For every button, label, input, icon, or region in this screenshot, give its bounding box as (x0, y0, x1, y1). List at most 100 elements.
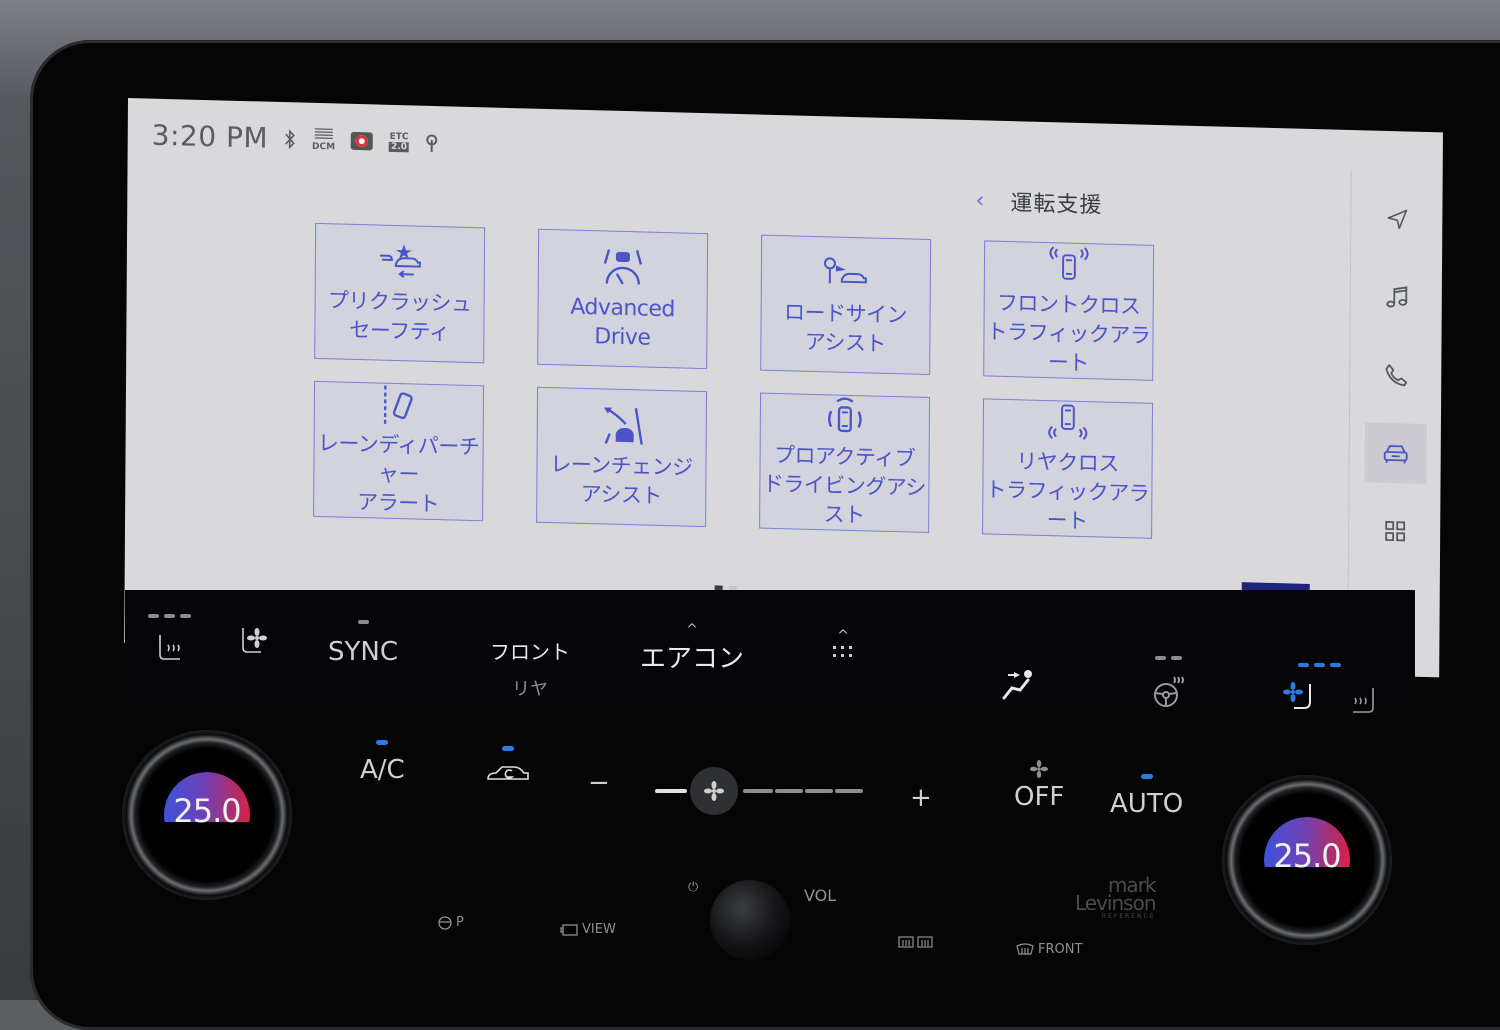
tile-road-sign-assist[interactable]: ロードサイン アシスト (760, 235, 931, 375)
view-button[interactable]: VIEW (560, 922, 616, 937)
fan-level-segment (805, 789, 833, 793)
camera-p-button[interactable]: P (438, 915, 464, 930)
advanced-drive-icon (597, 245, 649, 290)
page-title: 運転支援 (1010, 185, 1102, 219)
front-rear-toggle[interactable]: フロント リヤ (490, 636, 570, 701)
sync-button[interactable]: SYNC (328, 620, 398, 667)
etc-label-top: ETC (390, 131, 409, 141)
driver-temperature-dial[interactable]: 25.0 (122, 730, 292, 900)
tile-label: リヤクロス トラフィックアラート (983, 446, 1152, 537)
dashcam-icon (351, 131, 373, 150)
fan-speed-down-button[interactable]: − (588, 768, 610, 798)
front-cross-traffic-icon (1043, 243, 1095, 287)
steering-heat-level-indicator (1155, 656, 1182, 661)
ac-label: A/C (360, 755, 405, 785)
front-defrost-icon (1016, 943, 1034, 957)
volume-knob[interactable] (710, 880, 790, 960)
plus-label: + (910, 783, 932, 813)
clock: 3:20 PM (152, 119, 269, 155)
driving-assist-grid: プリクラッシュ セーフティ Advanced Drive ロードサイン アシスト… (313, 223, 1154, 539)
sync-indicator (358, 620, 369, 625)
dcm-icon: DCM (312, 127, 335, 153)
tile-rear-cross-traffic-alert[interactable]: リヤクロス トラフィックアラート (982, 398, 1153, 538)
auto-label: AUTO (1110, 789, 1183, 819)
tile-pre-collision-safety[interactable]: プリクラッシュ セーフティ (314, 223, 485, 363)
more-menu-button[interactable]: ^ (832, 628, 854, 664)
recirculation-indicator (502, 746, 514, 751)
fan-icon (1030, 760, 1048, 778)
seat-heat-level-indicator (148, 614, 191, 619)
fan-level-segment (835, 789, 863, 793)
lane-departure-icon (373, 383, 425, 427)
power-icon[interactable]: ⏻ (688, 880, 698, 895)
sync-label: SYNC (328, 637, 398, 667)
fan-speed-handle[interactable] (690, 767, 738, 815)
tile-lane-change-assist[interactable]: レーンチェンジ アシスト (536, 387, 707, 527)
tile-label: ロードサイン アシスト (784, 298, 907, 359)
rear-defrost-button[interactable] (898, 936, 934, 950)
sidebar-item-navigation[interactable] (1366, 188, 1428, 250)
fan-level-segment (775, 789, 803, 793)
lane-change-icon (596, 403, 648, 448)
front-label: フロント (490, 636, 570, 665)
driver-seat-heater-button[interactable] (148, 614, 191, 671)
recirculation-icon (486, 761, 530, 789)
tile-label: プリクラッシュ セーフティ (328, 286, 472, 348)
etc-label-bottom: 2.0 (389, 141, 409, 152)
seat-heater-icon (1345, 684, 1381, 724)
tile-lane-departure-alert[interactable]: レーンディパーチャー アラート (313, 381, 484, 521)
minus-label: − (588, 768, 610, 798)
passenger-seat-ventilation-button[interactable] (1258, 663, 1341, 720)
view-label: VIEW (582, 922, 616, 937)
pre-collision-icon (374, 239, 426, 284)
tile-label: レーンディパーチャー アラート (314, 429, 483, 520)
fan-level-segment (655, 789, 687, 793)
fan-level-segment (743, 789, 773, 793)
apps-grid-icon (1380, 516, 1410, 547)
front-defrost-button[interactable]: FRONT (1016, 942, 1082, 957)
passenger-temperature-dial[interactable]: 25.0 (1222, 775, 1392, 945)
tile-label: プロアクティブ ドライビングアシスト (760, 441, 929, 532)
chevron-up-icon: ^ (686, 622, 698, 638)
fan-speed-slider[interactable] (655, 785, 865, 799)
tile-label: Advanced Drive (570, 293, 675, 354)
passenger-seat-heater-button[interactable] (1345, 684, 1381, 724)
tile-label: フロントクロス トラフィックアラート (984, 288, 1153, 379)
dcm-label: DCM (312, 142, 335, 153)
bluetooth-icon (284, 129, 296, 149)
back-button[interactable]: ‹ (976, 188, 985, 213)
rear-defrost-icon (898, 936, 934, 950)
fan-speed-up-button[interactable]: + (910, 783, 932, 813)
tile-label: レーンチェンジ アシスト (550, 450, 693, 512)
tile-advanced-drive[interactable]: Advanced Drive (537, 229, 708, 369)
tile-proactive-driving-assist[interactable]: プロアクティブ ドライビングアシスト (759, 393, 930, 533)
aircon-menu-button[interactable]: ^ エアコン (640, 622, 744, 675)
fan-off-button[interactable]: OFF (1014, 760, 1064, 812)
sidebar-item-apps[interactable] (1363, 500, 1425, 562)
steering-heater-button[interactable] (1150, 656, 1186, 713)
passenger-temperature-value: 25.0 (1222, 837, 1392, 875)
phone-icon (1381, 360, 1411, 391)
etc-icon: ETC2.0 (389, 131, 409, 152)
recirculation-button[interactable] (486, 746, 530, 789)
vol-label: VOL (804, 886, 836, 905)
seat-vent-level-indicator (1298, 663, 1341, 668)
airflow-mode-button[interactable] (1000, 666, 1036, 706)
road-sign-assist-icon (820, 251, 872, 296)
dots-grid-icon (832, 644, 854, 664)
ac-button[interactable]: A/C (360, 740, 405, 785)
rear-label: リヤ (512, 675, 548, 701)
page-header: ‹ 運転支援 (975, 184, 1102, 219)
sidebar-item-phone[interactable] (1365, 344, 1427, 406)
tile-front-cross-traffic-alert[interactable]: フロントクロス トラフィックアラート (983, 240, 1154, 380)
driver-seat-ventilation-button[interactable] (235, 624, 271, 664)
fan-icon (704, 781, 724, 801)
auto-button[interactable]: AUTO (1110, 774, 1183, 819)
music-icon (1381, 282, 1411, 313)
car-icon (1380, 438, 1410, 469)
wireless-charging-icon (425, 131, 439, 153)
sidebar-item-vehicle[interactable] (1364, 422, 1426, 484)
seat-heater-icon (152, 631, 188, 671)
camera-p-label: P (456, 915, 464, 930)
sidebar-item-music[interactable] (1365, 266, 1427, 328)
